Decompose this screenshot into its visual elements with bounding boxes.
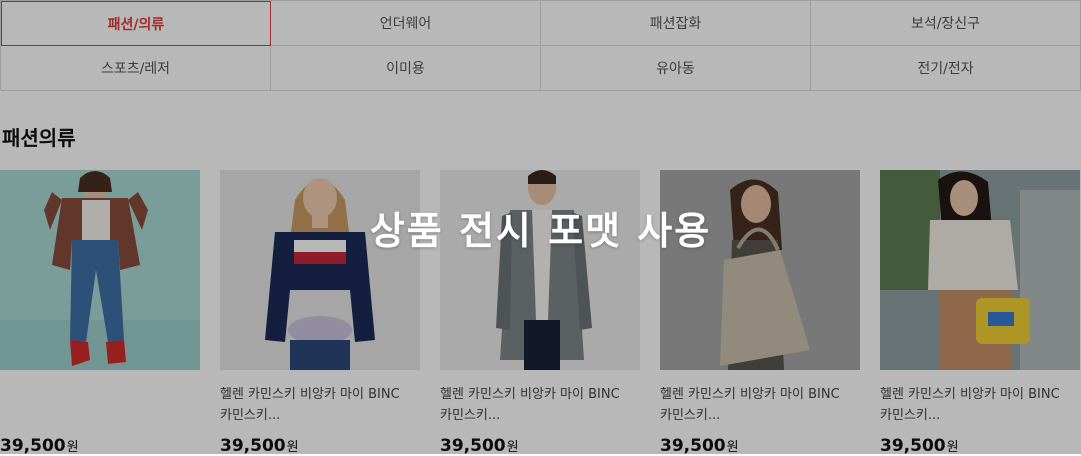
tab-underwear[interactable]: 언더웨어 (271, 1, 541, 46)
product-name[interactable]: 헬렌 카민스키 비앙카 마이 BINC 카민스키... (440, 384, 640, 426)
tab-sports-leisure[interactable]: 스포츠/레저 (1, 46, 271, 91)
product-price: 39,500원 (220, 436, 420, 456)
price-value: 39,500 (0, 436, 66, 456)
price-unit: 원 (506, 440, 519, 455)
price-unit: 원 (66, 440, 79, 455)
product-image[interactable] (220, 170, 420, 370)
product-name[interactable]: 헬렌 카민스키 비앙카 마이 BINC 카민스키... (220, 384, 420, 426)
product-price: 39,500원 (0, 436, 200, 456)
product-card[interactable]: 헬렌 카민스키 비앙카 마이 BINC 카민스키... 39,500원 (220, 170, 420, 456)
product-image[interactable] (660, 170, 860, 370)
price-unit: 원 (726, 440, 739, 455)
product-name[interactable]: 헬렌 카민스키 비앙카 마이 BINC 카민스키... (880, 384, 1080, 426)
tab-fashion-accessories[interactable]: 패션잡화 (541, 1, 811, 46)
section-title: 패션의류 (2, 126, 76, 150)
product-name[interactable] (0, 384, 200, 426)
product-name[interactable]: 헬렌 카민스키 비앙카 마이 BINC 카민스키... (660, 384, 860, 426)
price-unit: 원 (946, 440, 959, 455)
price-unit: 원 (286, 440, 299, 455)
product-image[interactable] (880, 170, 1080, 370)
product-card[interactable]: 헬렌 카민스키 비앙카 마이 BINC 카민스키... 39,500원 (660, 170, 860, 456)
product-card[interactable]: 39,500원 (0, 170, 200, 456)
product-image[interactable] (440, 170, 640, 370)
tab-kids[interactable]: 유아동 (541, 46, 811, 91)
price-value: 39,500 (880, 436, 946, 456)
product-price: 39,500원 (440, 436, 640, 456)
product-card[interactable]: 헬렌 카민스키 비앙카 마이 BINC 카민스키... 39,500원 (440, 170, 640, 456)
category-tabs: 패션/의류 언더웨어 패션잡화 보석/장신구 스포츠/레저 이미용 유아동 전기… (0, 0, 1081, 91)
price-value: 39,500 (220, 436, 286, 456)
tab-fashion-clothing[interactable]: 패션/의류 (1, 1, 271, 46)
product-image[interactable] (0, 170, 200, 370)
tab-electronics[interactable]: 전기/전자 (811, 46, 1081, 91)
tab-jewelry[interactable]: 보석/장신구 (811, 1, 1081, 46)
product-card[interactable]: 헬렌 카민스키 비앙카 마이 BINC 카민스키... 39,500원 (880, 170, 1080, 456)
product-grid: 39,500원 헬렌 카민스키 비앙카 마이 BINC 카민스키... 39,5… (0, 170, 1081, 456)
product-price: 39,500원 (880, 436, 1080, 456)
price-value: 39,500 (660, 436, 726, 456)
tab-beauty[interactable]: 이미용 (271, 46, 541, 91)
product-price: 39,500원 (660, 436, 860, 456)
price-value: 39,500 (440, 436, 506, 456)
